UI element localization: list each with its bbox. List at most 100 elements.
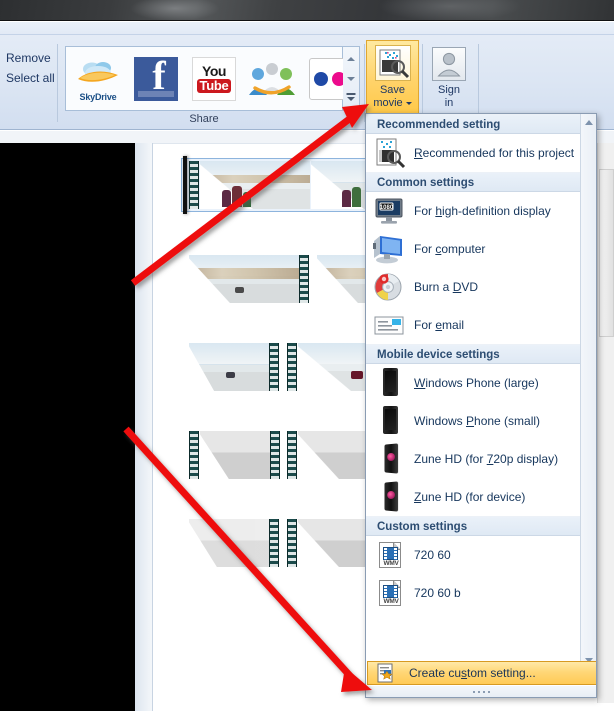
menu-item-for-email[interactable]: For email bbox=[366, 306, 596, 344]
menu-scroll-up-button[interactable] bbox=[581, 114, 596, 131]
playhead-indicator[interactable] bbox=[183, 156, 187, 214]
preview-highlight bbox=[130, 0, 220, 21]
ribbon-separator-2 bbox=[364, 44, 365, 122]
filmstrip-sprocket-icon bbox=[287, 343, 297, 391]
hd-monitor-1080-icon: 1080 bbox=[372, 195, 410, 227]
preview-window-top-strip bbox=[0, 0, 614, 21]
menu-item-label: Create custom setting... bbox=[409, 666, 536, 680]
windows-phone-icon bbox=[372, 367, 410, 399]
menu-item-label: Zune HD (for 720p display) bbox=[414, 452, 559, 466]
clip-frame bbox=[189, 519, 269, 567]
chevron-down-icon[interactable] bbox=[405, 101, 412, 105]
share-group: SkyDrive f You Tube Share bbox=[65, 46, 360, 126]
gallery-expand-button[interactable] bbox=[344, 88, 359, 107]
save-movie-label-line1: Save bbox=[379, 84, 406, 96]
share-tile-skydrive[interactable]: SkyDrive bbox=[74, 55, 122, 103]
menu-item-zune-hd-device[interactable]: Zune HD (for device) bbox=[366, 478, 596, 516]
skydrive-icon bbox=[78, 61, 118, 82]
filmstrip-sprocket-icon bbox=[299, 255, 309, 303]
menu-item-for-high-definition-display[interactable]: 1080 For high-definition display bbox=[366, 192, 596, 230]
email-envelope-icon bbox=[372, 309, 410, 341]
youtube-icon: You Tube bbox=[192, 56, 236, 101]
filmstrip-sprocket-icon bbox=[287, 431, 297, 479]
sign-in-button[interactable]: Sign in bbox=[424, 42, 474, 116]
scroll-up-icon bbox=[585, 120, 593, 125]
menu-section-header: Common settings bbox=[366, 172, 596, 192]
clip-thumbnail[interactable] bbox=[189, 343, 281, 391]
menu-item-burn-a-dvd[interactable]: Burn a DVD bbox=[366, 268, 596, 306]
people-group-icon bbox=[249, 62, 295, 95]
preview-divider bbox=[135, 143, 152, 711]
save-movie-icon bbox=[374, 45, 411, 81]
menu-scrollbar[interactable] bbox=[580, 114, 596, 669]
storyboard-scrollbar-thumb[interactable] bbox=[599, 169, 614, 337]
clip-thumbnail[interactable] bbox=[189, 431, 281, 479]
clip-thumbnail[interactable] bbox=[189, 161, 311, 209]
clip-thumbnail[interactable] bbox=[189, 519, 281, 567]
preview-highlight-2 bbox=[380, 0, 520, 21]
share-tile-label-skydrive: SkyDrive bbox=[79, 91, 117, 102]
storyboard-scrollbar[interactable] bbox=[597, 143, 614, 703]
menu-item-recommended-for-this-project[interactable]: Recommended for this project bbox=[366, 134, 596, 172]
share-tile-facebook[interactable]: f bbox=[132, 55, 180, 103]
ribbon-separator-4 bbox=[478, 44, 479, 122]
filmstrip-sprocket-icon bbox=[269, 519, 279, 567]
menu-section-header: Mobile device settings bbox=[366, 344, 596, 364]
sign-in-label: Sign in bbox=[438, 84, 460, 110]
menu-item-label: 720 60 bbox=[414, 548, 451, 562]
facebook-icon: f bbox=[134, 56, 178, 101]
filmstrip-sprocket-icon bbox=[189, 161, 199, 209]
save-movie-label: Save movie bbox=[373, 84, 412, 110]
save-movie-label-line2: movie bbox=[373, 97, 403, 109]
scroll-down-icon bbox=[347, 77, 355, 81]
ribbon-separator-1 bbox=[57, 44, 58, 122]
menu-section-header: Recommended setting bbox=[366, 114, 596, 134]
gallery-scroll-down-button[interactable] bbox=[344, 69, 359, 88]
share-tile-youtube[interactable]: You Tube bbox=[190, 55, 238, 103]
scroll-more-bar-icon bbox=[346, 93, 356, 95]
wmv-file-icon: WMV bbox=[372, 539, 410, 571]
menu-item-label: 720 60 b bbox=[414, 586, 461, 600]
clip-frame bbox=[189, 343, 269, 391]
sign-in-label-line2: in bbox=[444, 97, 454, 109]
select-all-command[interactable]: Select all bbox=[0, 68, 57, 88]
menu-item-zune-hd-720p[interactable]: Zune HD (for 720p display) bbox=[366, 440, 596, 478]
recommended-project-icon bbox=[372, 137, 410, 169]
filmstrip-sprocket-icon bbox=[269, 343, 279, 391]
video-preview-pane[interactable] bbox=[0, 143, 135, 711]
clip-frame bbox=[200, 161, 310, 209]
menu-item-for-computer[interactable]: For computer bbox=[366, 230, 596, 268]
ribbon-edit-commands: Remove Select all bbox=[0, 48, 57, 122]
menu-item-windows-phone-small[interactable]: Windows Phone (small) bbox=[366, 402, 596, 440]
menu-item-label: Windows Phone (large) bbox=[414, 376, 539, 390]
menu-item-label: For high-definition display bbox=[414, 204, 551, 218]
save-movie-button[interactable]: Save movie bbox=[366, 40, 419, 118]
filmstrip-sprocket-icon bbox=[287, 519, 297, 567]
user-account-icon bbox=[432, 47, 466, 81]
zune-hd-icon bbox=[372, 443, 410, 475]
menu-item-create-custom-setting[interactable]: Create custom setting... bbox=[367, 661, 596, 685]
menu-resize-grip[interactable] bbox=[366, 686, 596, 697]
svg-text:1080: 1080 bbox=[380, 205, 394, 211]
share-tile-groups[interactable] bbox=[248, 55, 296, 103]
share-gallery: SkyDrive f You Tube bbox=[65, 46, 351, 111]
filmstrip-sprocket-icon bbox=[270, 431, 280, 479]
clip-frame bbox=[189, 255, 299, 303]
clip-thumbnail[interactable] bbox=[189, 255, 311, 303]
remove-command[interactable]: Remove bbox=[0, 48, 57, 68]
menu-item-label: Burn a DVD bbox=[414, 280, 479, 294]
clip-subject bbox=[220, 179, 257, 207]
windows-phone-icon bbox=[372, 405, 410, 437]
resize-grip-icon bbox=[472, 690, 475, 693]
zune-hd-icon bbox=[372, 481, 410, 513]
menu-item-custom-720-60-b[interactable]: WMV 720 60 b bbox=[366, 574, 596, 612]
share-group-label: Share bbox=[189, 113, 219, 125]
sign-in-label-line1: Sign bbox=[437, 84, 461, 96]
scroll-up-icon bbox=[347, 57, 355, 61]
ribbon-top-edge bbox=[0, 22, 614, 35]
menu-item-windows-phone-large[interactable]: Windows Phone (large) bbox=[366, 364, 596, 402]
gallery-scroll-up-button[interactable] bbox=[344, 50, 359, 69]
gallery-scroll-buttons bbox=[343, 46, 360, 111]
menu-item-custom-720-60[interactable]: WMV 720 60 bbox=[366, 536, 596, 574]
menu-item-label: For email bbox=[414, 318, 465, 332]
